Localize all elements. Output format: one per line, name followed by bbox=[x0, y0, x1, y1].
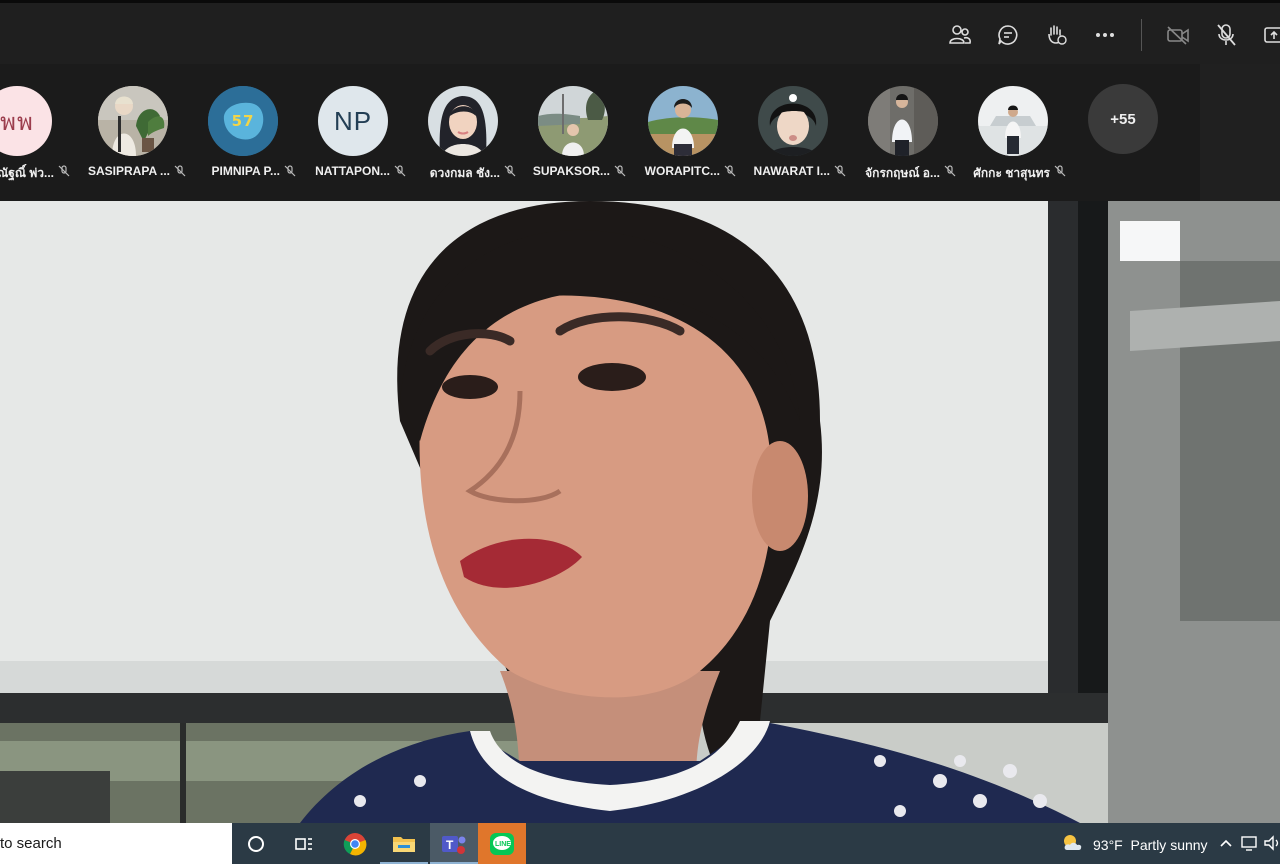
avatar: พพ bbox=[0, 86, 52, 156]
profile-photo bbox=[648, 86, 718, 156]
muted-mic-icon bbox=[1054, 165, 1066, 177]
participant-name: WORAPITC... bbox=[644, 164, 720, 178]
avatar-initials: NP bbox=[333, 105, 373, 136]
partly-sunny-icon[interactable] bbox=[1060, 832, 1086, 854]
strip-side-panel bbox=[1200, 64, 1280, 201]
taskbar-search-input[interactable]: to search bbox=[0, 823, 232, 864]
participant-name: ณัฐณิ์ พ่ว... bbox=[0, 166, 54, 180]
cortana-icon[interactable] bbox=[232, 823, 280, 864]
participant-tile[interactable]: พพ ณัฐณิ์ พ่ว... bbox=[0, 84, 70, 184]
more-participants-button[interactable]: +55 bbox=[1088, 84, 1158, 154]
meeting-toolbar bbox=[0, 0, 1280, 64]
participant-tile[interactable]: NP NATTAPON... bbox=[298, 84, 406, 184]
profile-photo bbox=[758, 86, 828, 156]
teams-icon[interactable]: T bbox=[430, 823, 478, 864]
people-icon[interactable] bbox=[944, 19, 976, 51]
weather-condition: Partly sunny bbox=[1130, 837, 1208, 853]
profile-photo bbox=[538, 86, 608, 156]
avatar bbox=[868, 86, 938, 156]
share-icon[interactable] bbox=[1258, 19, 1280, 51]
profile-photo bbox=[428, 86, 498, 156]
muted-mic-icon bbox=[724, 165, 736, 177]
muted-mic-icon bbox=[504, 165, 516, 177]
line-icon[interactable]: LINE bbox=[478, 823, 526, 864]
participant-name: NAWARAT I... bbox=[753, 164, 830, 178]
muted-mic-icon bbox=[614, 165, 626, 177]
svg-text:T: T bbox=[446, 838, 454, 852]
temperature: 93°F bbox=[1093, 837, 1123, 853]
profile-photo bbox=[868, 86, 938, 156]
participant-name: SASIPRAPA ... bbox=[87, 164, 170, 178]
windows-taskbar: to search T LINE 93°F Partly sunny bbox=[0, 823, 1280, 864]
raise-hand-icon[interactable] bbox=[1040, 19, 1072, 51]
volume-icon[interactable] bbox=[1262, 833, 1280, 853]
avatar: 57 bbox=[208, 86, 278, 156]
main-video-feed bbox=[0, 201, 1280, 823]
avatar bbox=[978, 86, 1048, 156]
muted-mic-icon bbox=[834, 165, 846, 177]
avatar bbox=[648, 86, 718, 156]
participant-name: NATTAPON... bbox=[315, 164, 390, 178]
participant-tile[interactable]: NAWARAT I... bbox=[738, 84, 846, 184]
muted-mic-icon bbox=[174, 165, 186, 177]
participant-tile[interactable]: ศักกะ ชาสุนทร bbox=[958, 84, 1066, 184]
mic-off-icon[interactable] bbox=[1210, 19, 1242, 51]
profile-photo bbox=[98, 86, 168, 156]
speaker-video-frame bbox=[0, 201, 1280, 823]
avatar bbox=[758, 86, 828, 156]
participant-name: SUPAKSOR... bbox=[532, 164, 610, 178]
participant-tile[interactable]: จักรกฤษณ์ อ... bbox=[848, 84, 956, 184]
chat-icon[interactable] bbox=[992, 19, 1024, 51]
avatar bbox=[538, 86, 608, 156]
search-placeholder: to search bbox=[0, 835, 62, 852]
toolbar-divider bbox=[1141, 19, 1142, 51]
participant-tile[interactable]: SUPAKSOR... bbox=[518, 84, 626, 184]
svg-text:LINE: LINE bbox=[495, 841, 511, 848]
camera-off-icon[interactable] bbox=[1162, 19, 1194, 51]
weather-widget[interactable]: 93°F Partly sunny bbox=[1093, 837, 1208, 853]
participant-tile[interactable]: ดวงกมล ชัง... bbox=[408, 84, 516, 184]
avatar bbox=[98, 86, 168, 156]
participant-name: ศักกะ ชาสุนทร bbox=[973, 166, 1050, 180]
participant-tile[interactable]: WORAPITC... bbox=[628, 84, 736, 184]
more-options-icon[interactable] bbox=[1089, 19, 1121, 51]
network-icon[interactable] bbox=[1240, 833, 1260, 853]
chrome-icon[interactable] bbox=[331, 823, 379, 864]
participant-name: จักรกฤษณ์ อ... bbox=[865, 166, 940, 180]
tray-chevron-up-icon[interactable] bbox=[1216, 833, 1236, 853]
avatar: NP bbox=[318, 86, 388, 156]
file-explorer-icon[interactable] bbox=[380, 823, 428, 864]
avatar bbox=[428, 86, 498, 156]
muted-mic-icon bbox=[394, 165, 406, 177]
participant-tile[interactable]: SASIPRAPA ... bbox=[78, 84, 186, 184]
muted-mic-icon bbox=[58, 165, 70, 177]
participant-name: ดวงกมล ชัง... bbox=[429, 166, 500, 180]
avatar-initials: 57 bbox=[231, 112, 255, 130]
participant-tile[interactable]: 57 PIMNIPA P... bbox=[188, 84, 296, 184]
participant-strip: พพ ณัฐณิ์ พ่ว... SASIPRAPA ... 57 PIMNIP… bbox=[0, 64, 1200, 201]
participant-name: PIMNIPA P... bbox=[211, 164, 280, 178]
muted-mic-icon bbox=[284, 165, 296, 177]
task-view-icon[interactable] bbox=[280, 823, 328, 864]
avatar-initials: พพ bbox=[0, 107, 34, 136]
muted-mic-icon bbox=[944, 165, 956, 177]
profile-photo bbox=[978, 86, 1048, 156]
